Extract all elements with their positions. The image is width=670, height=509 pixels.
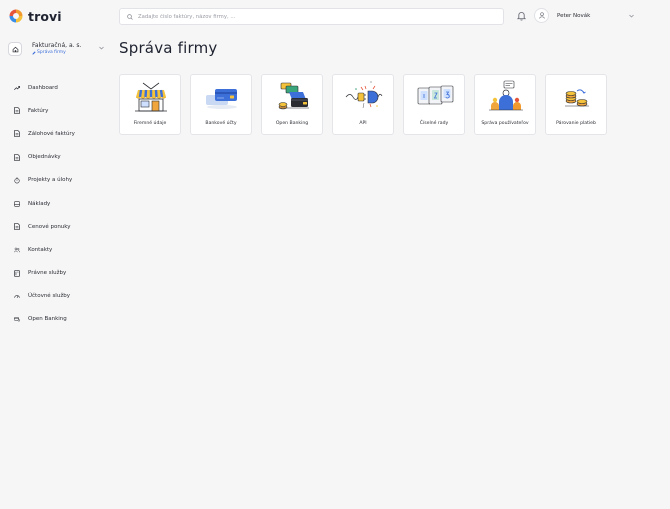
pencil-icon	[32, 51, 36, 55]
trend-up-icon	[14, 85, 20, 91]
sidebar-item-objednavky[interactable]: Objednávky	[14, 146, 75, 169]
card-label: Open Banking	[275, 121, 309, 126]
sidebar: trovi Fakturačná, a. s. Správa firmy Das…	[0, 0, 112, 509]
chevron-down-icon[interactable]	[99, 46, 104, 50]
sidebar-item-faktury[interactable]: Faktúry	[14, 99, 75, 122]
accounting-icon	[14, 293, 20, 299]
timer-icon	[14, 177, 20, 184]
card-label: Párovanie platieb	[556, 121, 596, 126]
user-icon	[538, 12, 545, 19]
coins-stack-illustration	[565, 89, 589, 107]
user-name[interactable]: Peter Novák	[557, 13, 590, 19]
storefront-illustration	[135, 82, 167, 112]
card-firemne-udaje[interactable]: Firemné údaje	[119, 74, 181, 135]
avatar[interactable]	[534, 8, 549, 23]
home-icon	[8, 42, 22, 56]
document-icon	[14, 153, 20, 161]
card-label: Bankové účty	[205, 121, 237, 126]
settings-cards: Firemné údaje Bankové účty Open Banking	[119, 74, 607, 135]
chevron-down-icon[interactable]	[629, 14, 634, 18]
sidebar-item-label: Dashboard	[28, 84, 58, 91]
sidebar-item-label: Cenové ponuky	[28, 223, 71, 230]
card-ciselne-rady[interactable]: Číselné rady	[403, 74, 465, 135]
users-illustration	[489, 80, 523, 111]
company-name: Fakturačná, a. s.	[32, 41, 82, 49]
search-input[interactable]	[138, 13, 478, 20]
card-sprava-pouzivatelov[interactable]: Správa používateľov	[474, 74, 536, 135]
card-bankove-ucty[interactable]: Bankové účty	[190, 74, 252, 135]
sidebar-item-label: Účtovné služby	[28, 293, 70, 300]
trovi-logo-icon	[9, 9, 23, 23]
sidebar-item-cenove-ponuky[interactable]: Cenové ponuky	[14, 215, 75, 238]
company-subtitle-text: Správa firmy	[37, 49, 66, 55]
card-api[interactable]: API	[332, 74, 394, 135]
sidebar-item-kontakty[interactable]: Kontakty	[14, 238, 75, 261]
card-label: API	[359, 121, 367, 126]
document-icon	[14, 107, 20, 115]
sidebar-item-uctovne-sluzby[interactable]: Účtovné služby	[14, 285, 75, 308]
sidebar-item-open-banking[interactable]: Open Banking	[14, 308, 75, 331]
sidebar-item-pravne-sluzby[interactable]: Právne služby	[14, 262, 75, 285]
card-parovanie-platieb[interactable]: Párovanie platieb	[545, 74, 607, 135]
sidebar-item-naklady[interactable]: Náklady	[14, 192, 75, 215]
contacts-icon	[14, 247, 20, 253]
logo-text: trovi	[28, 8, 62, 24]
plug-connector-illustration	[345, 81, 383, 109]
sidebar-item-zalohove-faktury[interactable]: Zálohové faktúry	[14, 122, 75, 145]
bell-icon[interactable]	[517, 11, 526, 21]
topbar: Peter Novák	[119, 8, 670, 25]
document-icon	[14, 130, 20, 138]
search-icon	[127, 13, 133, 20]
sidebar-item-label: Projekty a úlohy	[28, 177, 73, 184]
sidebar-nav: Dashboard Faktúry Zálohové faktúry Objed…	[14, 76, 75, 331]
page-title: Správa firmy	[119, 39, 218, 57]
sidebar-item-label: Zálohové faktúry	[28, 130, 75, 137]
wallet-icon	[14, 200, 20, 207]
company-subtitle: Správa firmy	[32, 49, 81, 56]
card-label: Firemné údaje	[133, 121, 167, 126]
card-open-banking[interactable]: Open Banking	[261, 74, 323, 135]
document-icon	[14, 223, 20, 231]
company-switcher[interactable]: Fakturačná, a. s. Správa firmy	[8, 40, 108, 58]
card-label: Číselné rady	[419, 121, 449, 126]
sidebar-item-label: Kontakty	[28, 246, 53, 253]
sidebar-item-label: Faktúry	[28, 107, 49, 114]
search-bar[interactable]	[119, 8, 504, 25]
bank-card-illustration	[206, 89, 237, 109]
card-label: Správa používateľov	[481, 121, 529, 126]
cards-stack-illustration	[417, 85, 454, 105]
sidebar-item-label: Náklady	[28, 200, 51, 207]
logo[interactable]: trovi	[8, 8, 62, 24]
bank-icon	[14, 316, 20, 322]
legal-icon	[14, 269, 20, 277]
sidebar-item-label: Open Banking	[28, 316, 67, 323]
sidebar-item-label: Právne služby	[28, 270, 67, 277]
sidebar-item-projekty[interactable]: Projekty a úlohy	[14, 169, 75, 192]
sidebar-item-dashboard[interactable]: Dashboard	[14, 76, 75, 99]
wallet-coins-illustration	[278, 82, 309, 110]
sidebar-item-label: Objednávky	[28, 154, 61, 161]
